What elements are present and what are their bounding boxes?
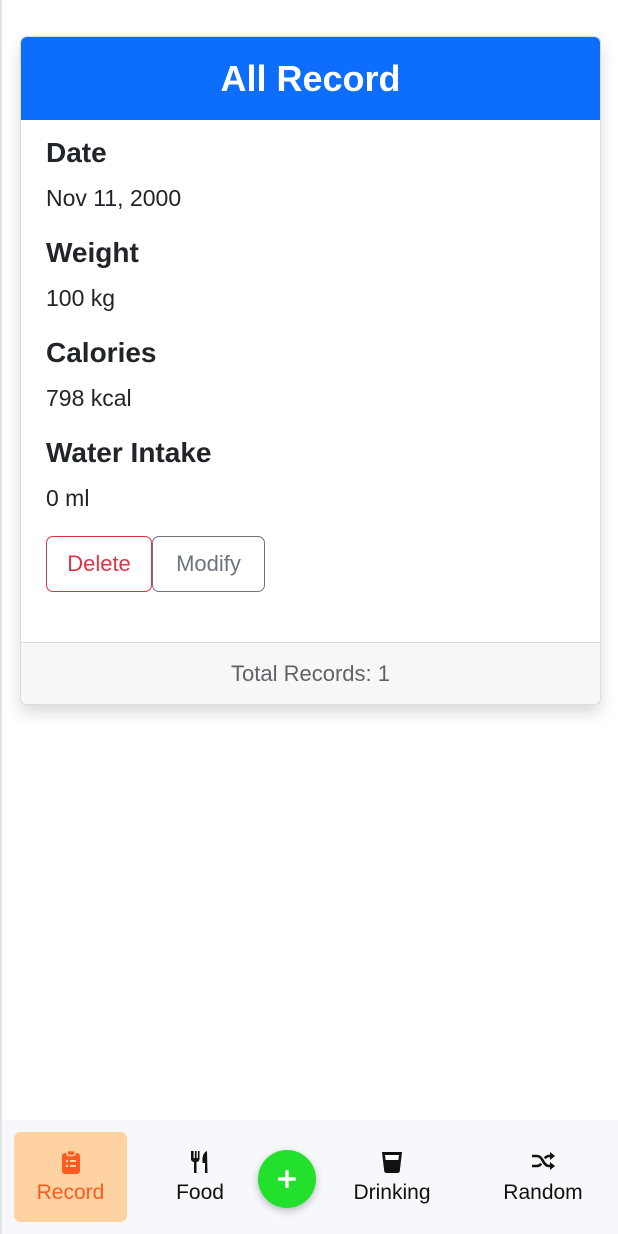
records-card: All Record Date Nov 11, 2000 Weight 100 …	[20, 36, 601, 705]
nav-item-record-label: Record	[36, 1181, 105, 1204]
modify-button[interactable]: Modify	[152, 536, 265, 592]
water-intake-value: 0 ml	[46, 485, 90, 511]
page-title: All Record	[220, 57, 401, 99]
clipboard-list-icon	[61, 1149, 80, 1174]
shuffle-icon	[532, 1152, 555, 1170]
nav-item-food[interactable]: Food	[144, 1132, 256, 1222]
total-records-text: Total Records: 1	[231, 660, 390, 686]
date-value: Nov 11, 2000	[46, 185, 182, 211]
nav-item-drinking-label: Drinking	[353, 1181, 431, 1204]
weight-value: 100 kg	[46, 285, 116, 311]
calories-label: Calories	[46, 337, 157, 368]
nav-item-random-label: Random	[503, 1181, 583, 1204]
water-intake-label: Water Intake	[46, 437, 212, 468]
utensils-icon	[191, 1151, 208, 1173]
nav-item-food-label: Food	[176, 1181, 224, 1204]
date-label: Date	[46, 137, 107, 168]
add-record-button[interactable]	[258, 1150, 316, 1208]
plus-icon	[278, 1170, 296, 1188]
nav-item-random[interactable]: Random	[488, 1132, 598, 1222]
weight-label: Weight	[46, 237, 139, 268]
glass-icon	[382, 1152, 402, 1174]
calories-value: 798 kcal	[46, 385, 132, 411]
card-footer: Total Records: 1	[21, 642, 600, 704]
page-left-border	[0, 0, 2, 1234]
delete-button[interactable]: Delete	[46, 536, 152, 592]
card-header: All Record	[21, 37, 600, 120]
record-actions: Delete Modify	[46, 536, 575, 592]
nav-item-record[interactable]: Record	[14, 1132, 127, 1222]
nav-item-drinking[interactable]: Drinking	[332, 1132, 452, 1222]
record-details: Date Nov 11, 2000 Weight 100 kg Calories…	[21, 120, 600, 592]
